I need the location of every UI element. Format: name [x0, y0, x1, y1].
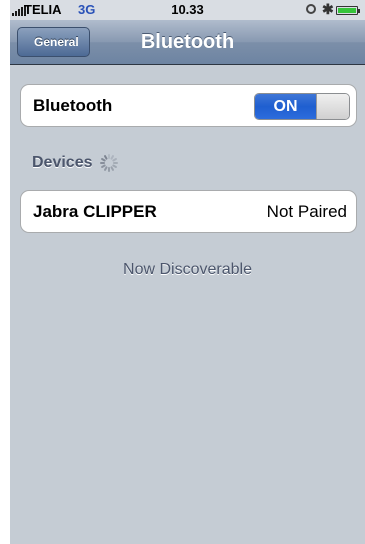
- devices-section-header: Devices: [32, 153, 119, 173]
- status-bar: TELIA 3G 10.33 ✱: [10, 0, 365, 20]
- bluetooth-icon: ✱: [322, 1, 334, 17]
- device-row-jabra[interactable]: Jabra CLIPPER Not Paired: [20, 190, 357, 233]
- navigation-bar: General Bluetooth: [10, 20, 365, 65]
- toggle-on-label: ON: [255, 94, 316, 119]
- spinner-tick: [107, 167, 110, 172]
- toggle-knob[interactable]: [316, 94, 349, 119]
- devices-header-label: Devices: [32, 154, 93, 171]
- device-status: Not Paired: [266, 202, 347, 221]
- bluetooth-toggle[interactable]: ON: [254, 93, 350, 120]
- activity-spinner-icon: [99, 153, 119, 173]
- discoverable-status: Now Discoverable: [123, 261, 252, 278]
- iphone-screen: TELIA 3G 10.33 ✱ General Bluetooth Bluet…: [10, 0, 365, 544]
- bluetooth-toggle-row: Bluetooth ON: [20, 84, 357, 127]
- spinner-tick: [99, 162, 105, 164]
- device-name: Jabra CLIPPER: [33, 202, 157, 221]
- battery-icon: [336, 6, 360, 15]
- back-button-label: General: [34, 35, 79, 49]
- lock-rotation-icon: [306, 4, 316, 14]
- bluetooth-label: Bluetooth: [33, 96, 113, 115]
